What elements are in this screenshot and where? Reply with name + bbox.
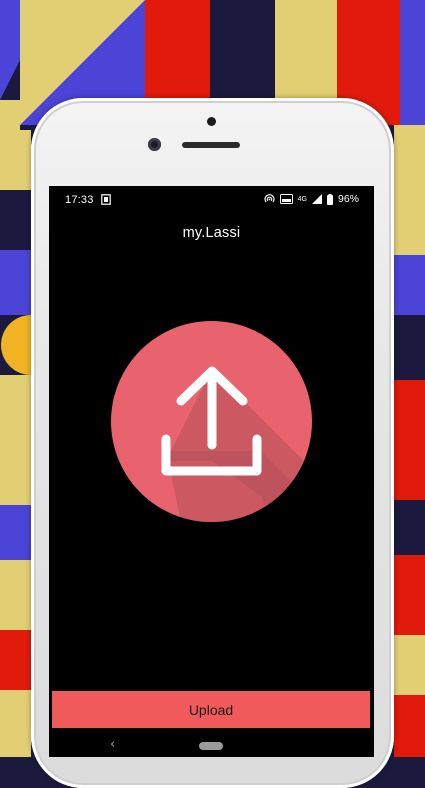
volte-icon [279,194,293,204]
home-pill-icon[interactable] [199,742,223,750]
back-icon[interactable]: ‹ [110,737,115,752]
network-type-label: 4G [297,195,307,203]
status-bar: 17:33 4G 96% [49,186,374,216]
battery-percent: 96% [337,193,359,205]
app-screen: 17:33 4G 96% my.Lassi Upload ‹ [49,186,374,757]
hotspot-icon [264,194,275,203]
status-icons: 4G 96% [264,193,359,205]
upload-button[interactable]: Upload [52,691,370,728]
signal-icon [311,194,322,204]
system-navigation-bar: ‹ [49,734,374,757]
upload-icon [161,366,312,522]
proximity-sensor [207,117,216,126]
battery-icon [326,193,333,205]
upload-area[interactable] [111,321,312,522]
status-time: 17:33 [65,194,94,206]
app-title: my.Lassi [182,225,241,241]
earpiece-speaker [182,142,240,148]
front-camera [148,138,161,151]
sim-card-icon [101,194,111,205]
